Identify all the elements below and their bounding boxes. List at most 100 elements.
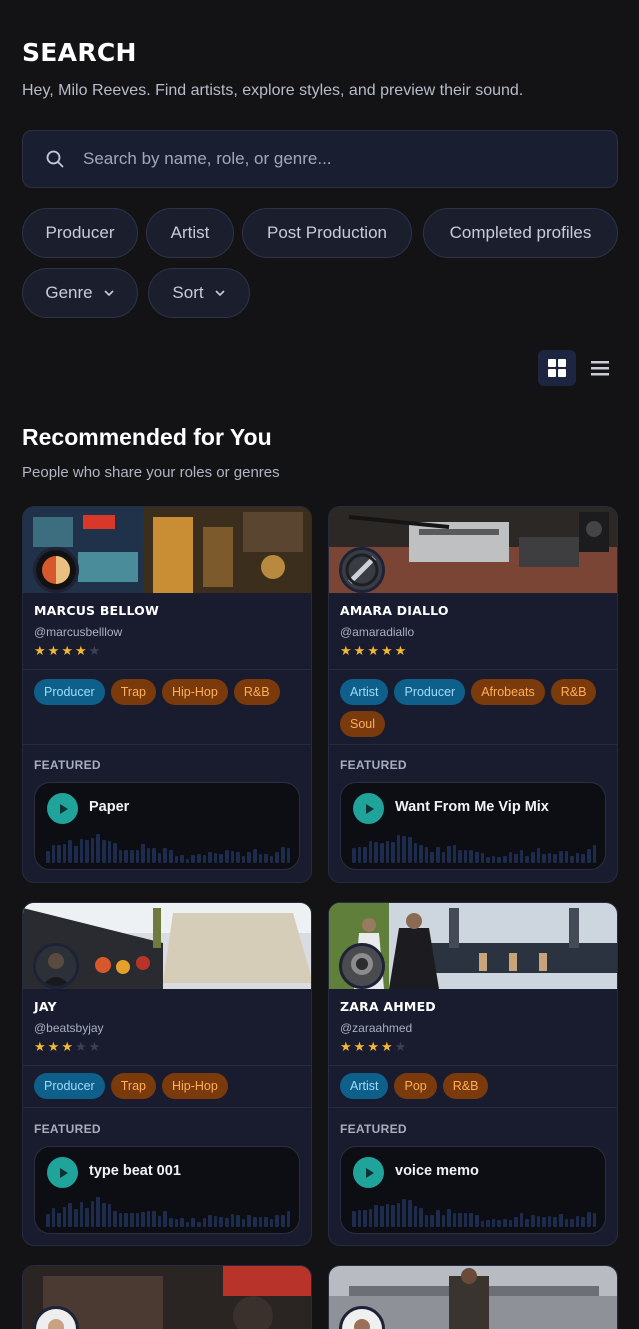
profile-card[interactable]: JAY @beatsbyjay ★★★★★ Producer Trap Hip-Ho… [22, 902, 312, 1246]
track-player: Paper [34, 782, 300, 870]
waveform-bar [258, 854, 263, 863]
waveform-bar [475, 1215, 479, 1227]
waveform-bar [152, 1211, 156, 1227]
play-button[interactable] [47, 1157, 78, 1188]
profile-card[interactable] [328, 1265, 618, 1329]
waveform-bar [107, 841, 112, 863]
genre-tag[interactable]: Trap [110, 679, 156, 705]
profile-name[interactable]: AMARA DIALLO [340, 603, 449, 618]
waveform-bar [435, 1210, 440, 1227]
genre-tag[interactable]: R&B [550, 679, 597, 705]
sort-dropdown[interactable]: Sort [148, 268, 250, 318]
waveform-bar [586, 849, 591, 863]
waveform-bar [419, 845, 423, 863]
waveform-bar [531, 1215, 535, 1227]
waveform[interactable] [352, 831, 597, 863]
waveform-bar [391, 1205, 395, 1227]
waveform-bar [57, 845, 61, 863]
role-tag[interactable]: Producer [34, 1073, 105, 1099]
rating-stars: ★★★★★ [34, 1039, 102, 1055]
star-icon: ★ [34, 1039, 48, 1054]
genre-tag[interactable]: Afrobeats [471, 679, 545, 705]
waveform-bar [586, 1212, 591, 1227]
waveform-bar [51, 845, 56, 863]
waveform-bar [592, 1213, 597, 1227]
role-tag[interactable]: Producer [394, 679, 466, 705]
waveform-bar [141, 844, 145, 863]
waveform-bar [463, 1213, 468, 1227]
waveform-bar [357, 1210, 362, 1227]
filter-chip-completed-profiles[interactable]: Completed profiles [423, 208, 618, 258]
waveform-bar [402, 836, 406, 863]
star-icon: ★ [88, 1039, 103, 1054]
waveform-bar [374, 1205, 378, 1227]
genre-tag[interactable]: R&B [233, 679, 280, 705]
list-view-button[interactable] [581, 350, 619, 386]
waveform-bar [396, 1203, 401, 1227]
waveform-bar [118, 1213, 123, 1227]
waveform-bar [441, 852, 446, 863]
waveform-bar [286, 1211, 291, 1227]
waveform-bar [247, 1215, 251, 1227]
waveform-bar [269, 856, 274, 863]
divider [23, 744, 311, 745]
waveform-bar [379, 843, 384, 863]
genre-dropdown[interactable]: Genre [22, 268, 138, 318]
role-tag[interactable]: Producer [34, 679, 105, 705]
waveform-bar [463, 850, 468, 863]
filter-chip-artist[interactable]: Artist [146, 208, 234, 258]
genre-tag[interactable]: Trap [110, 1073, 156, 1099]
profile-name[interactable]: MARCUS BELLOW [34, 603, 159, 618]
genre-tag[interactable]: Soul [340, 711, 386, 737]
waveform-bar [592, 845, 597, 863]
profile-card[interactable]: AMARA DIALLO @amaradiallo ★★★★★ Artist Pr… [328, 506, 618, 883]
waveform-bar [269, 1219, 274, 1227]
waveform-bar [525, 856, 529, 863]
waveform-bar [407, 837, 412, 863]
genre-tag[interactable]: R&B [442, 1073, 489, 1099]
play-button[interactable] [353, 793, 384, 824]
filter-chip-producer[interactable]: Producer [22, 208, 138, 258]
waveform-bar [90, 1201, 95, 1227]
waveform-bar [514, 1217, 518, 1227]
profile-card[interactable]: MARCUS BELLOW @marcusbelllow ★★★★★ Produ… [22, 506, 312, 883]
waveform-bar [352, 1211, 356, 1227]
divider [23, 1065, 311, 1066]
waveform[interactable] [46, 1195, 291, 1227]
divider [329, 669, 617, 670]
profile-name[interactable]: ZARA AHMED [340, 999, 436, 1014]
play-button[interactable] [353, 1157, 384, 1188]
waveform-bar [169, 1218, 173, 1227]
genre-tag[interactable]: Pop [394, 1073, 437, 1099]
waveform-bar [570, 856, 574, 863]
role-tag[interactable]: Artist [340, 679, 389, 705]
profile-name[interactable]: JAY [34, 999, 57, 1014]
filter-chip-post-production[interactable]: Post Production [242, 208, 412, 258]
star-icon: ★ [74, 1039, 89, 1054]
profile-card[interactable]: ZARA AHMED @zaraahmed ★★★★★ Artist Pop R&B… [328, 902, 618, 1246]
waveform-bar [118, 850, 123, 863]
waveform-bar [163, 1211, 168, 1227]
waveform-bar [547, 853, 552, 863]
waveform[interactable] [46, 831, 291, 863]
genre-tag[interactable]: Hip-Hop [161, 679, 228, 705]
waveform-bar [169, 850, 173, 863]
waveform-bar [85, 1208, 89, 1227]
waveform-bar [180, 855, 184, 863]
waveform-bar [68, 1203, 72, 1227]
genre-tag[interactable]: Hip-Hop [161, 1073, 228, 1099]
waveform-bar [458, 850, 462, 863]
play-icon [365, 1167, 374, 1178]
waveform[interactable] [352, 1195, 597, 1227]
role-tag[interactable]: Artist [340, 1073, 389, 1099]
waveform-bar [197, 854, 201, 863]
waveform-bar [73, 846, 78, 863]
waveform-bar [62, 1207, 67, 1227]
waveform-bar [163, 848, 168, 863]
waveform-bar [402, 1199, 406, 1227]
grid-view-button[interactable] [538, 350, 576, 386]
waveform-bar [135, 850, 140, 863]
play-button[interactable] [47, 793, 78, 824]
profile-card[interactable] [22, 1265, 312, 1329]
search-input[interactable]: Search by name, role, or genre... [22, 130, 618, 188]
